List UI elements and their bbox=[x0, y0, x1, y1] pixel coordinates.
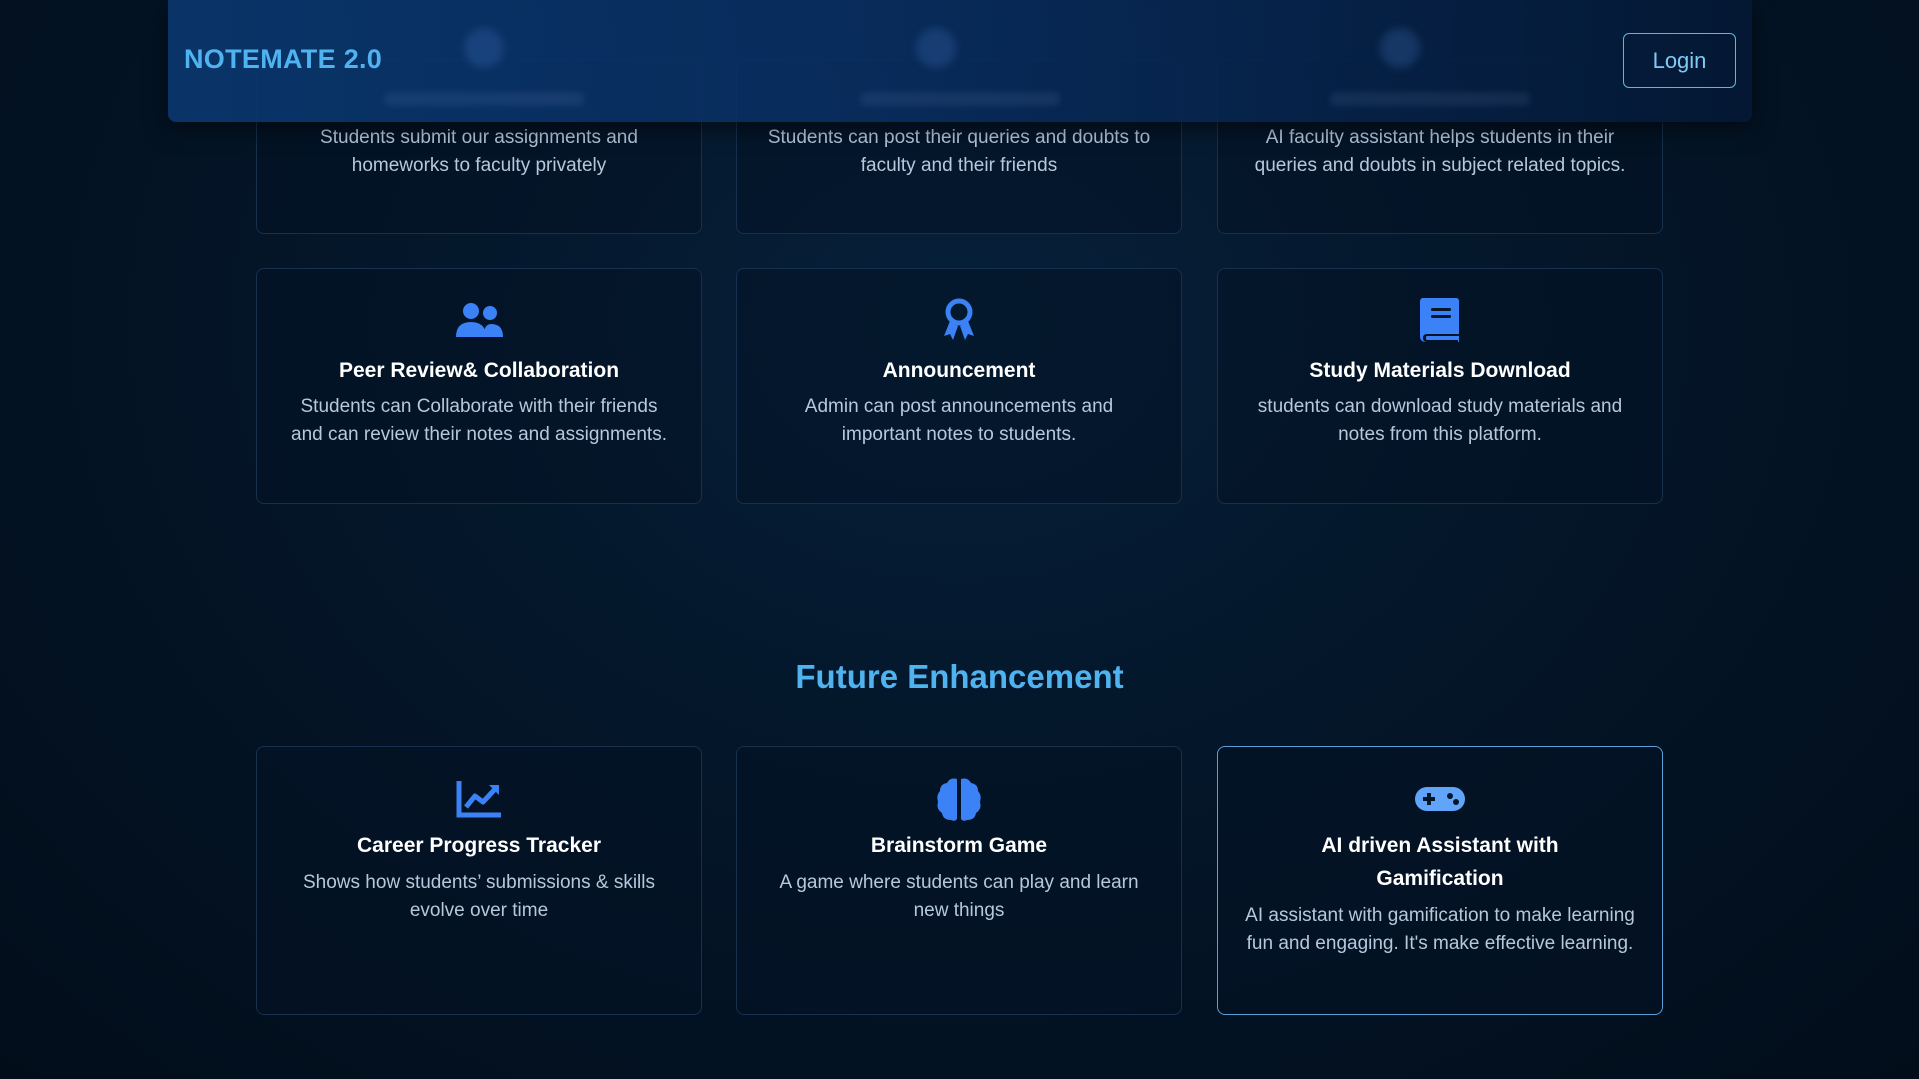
login-button[interactable]: Login bbox=[1623, 33, 1736, 88]
blurred-feature-title bbox=[384, 92, 584, 106]
feature-description: Admin can post announcements and importa… bbox=[804, 396, 1114, 445]
feature-title: Announcement bbox=[882, 359, 1036, 382]
feature-description: AI faculty assistant helps students in t… bbox=[1254, 127, 1626, 176]
blurred-feature-icon bbox=[1380, 28, 1420, 68]
gamepad-icon bbox=[1415, 787, 1465, 811]
blurred-feature-title bbox=[1330, 92, 1530, 106]
chart-line-icon bbox=[456, 781, 501, 818]
feature-card: Study Materials Download students can do… bbox=[1217, 268, 1663, 504]
feature-card: Announcement Admin can post announcement… bbox=[736, 268, 1182, 504]
feature-title: Peer Review& Collaboration bbox=[338, 359, 620, 382]
future-card-description: Shows how students’ submissions & skills… bbox=[303, 872, 655, 921]
blurred-feature-icon bbox=[464, 28, 504, 68]
future-card: Career Progress Tracker Shows how studen… bbox=[256, 746, 702, 1015]
award-icon bbox=[944, 298, 974, 340]
feature-description: Students can post their queries and doub… bbox=[767, 127, 1151, 176]
brain-icon bbox=[937, 778, 981, 821]
feature-title: Study Materials Download bbox=[1309, 359, 1571, 382]
section-title-future: Future Enhancement bbox=[795, 658, 1124, 695]
future-card-title: Brainstorm Game bbox=[870, 834, 1048, 857]
blurred-feature-icon bbox=[916, 28, 956, 68]
top-navbar: NOTEMATE 2.0 Login bbox=[168, 0, 1752, 122]
feature-description: students can download study materials an… bbox=[1257, 396, 1623, 445]
future-card: Brainstorm Game A game where students ca… bbox=[736, 746, 1182, 1015]
feature-card: Peer Review& Collaboration Students can … bbox=[256, 268, 702, 504]
feature-description: Students submit our assignments and home… bbox=[320, 127, 638, 176]
future-card-description: AI assistant with gamification to make l… bbox=[1245, 905, 1635, 954]
book-icon bbox=[1420, 298, 1459, 342]
future-card: AI driven Assistant with Gamification AI… bbox=[1217, 746, 1663, 1015]
future-card-title: Career Progress Tracker bbox=[357, 834, 601, 857]
future-card-title: AI driven Assistant with Gamification bbox=[1321, 834, 1559, 890]
users-icon bbox=[456, 303, 503, 337]
brand-logo[interactable]: NOTEMATE 2.0 bbox=[184, 44, 382, 75]
feature-description: Students can Collaborate with their frie… bbox=[291, 396, 667, 445]
future-card-description: A game where students can play and learn… bbox=[779, 872, 1139, 921]
blurred-feature-title bbox=[860, 92, 1060, 106]
